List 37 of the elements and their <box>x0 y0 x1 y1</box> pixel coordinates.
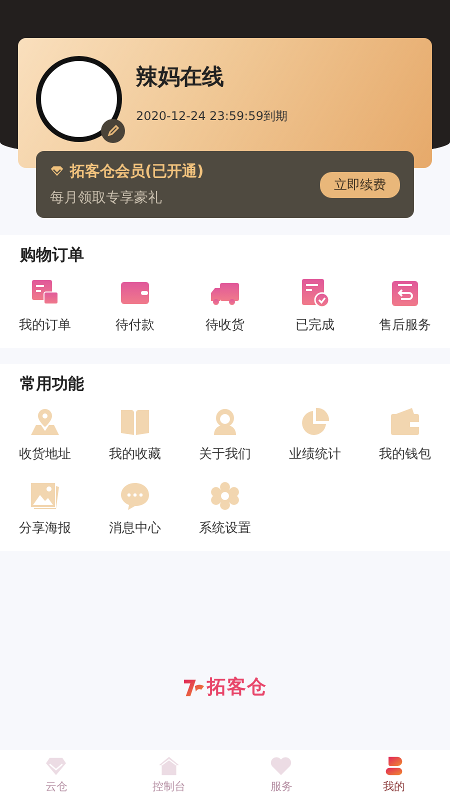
function-item[interactable]: 我的收藏 <box>90 407 180 463</box>
membership-subtitle: 每月领取专享豪礼 <box>50 189 163 207</box>
renew-button[interactable]: 立即续费 <box>320 172 400 198</box>
function-item[interactable]: 消息中心 <box>90 481 180 537</box>
check-document-icon <box>300 278 330 308</box>
function-item[interactable]: 业绩统计 <box>270 407 360 463</box>
user-name: 辣妈在线 <box>136 64 225 92</box>
book-icon <box>120 407 150 437</box>
location-pin-icon <box>30 407 60 437</box>
order-status-item[interactable]: 售后服务 <box>360 278 450 334</box>
section-title: 常用功能 <box>19 374 85 395</box>
heart-icon <box>270 756 292 776</box>
chat-bubble-icon <box>120 481 150 511</box>
order-status-item[interactable]: 待收货 <box>180 278 270 334</box>
order-status-item[interactable]: 待付款 <box>90 278 180 334</box>
diamond-icon <box>50 166 64 177</box>
order-status-item[interactable]: 我的订单 <box>0 278 90 334</box>
image-icon <box>30 481 60 511</box>
function-item[interactable]: 我的钱包 <box>360 407 450 463</box>
function-item[interactable]: 系统设置 <box>180 481 270 537</box>
wallet-icon <box>390 407 420 437</box>
function-item[interactable]: 关于我们 <box>180 407 270 463</box>
diamond-icon <box>45 756 68 776</box>
brand-name: 拓客仓 <box>207 675 267 700</box>
edit-pencil-icon[interactable] <box>101 119 125 143</box>
house-icon <box>158 756 180 776</box>
function-item[interactable]: 分享海报 <box>0 481 90 537</box>
function-item[interactable]: 收货地址 <box>0 407 90 463</box>
membership-title: 拓客仓会员(已开通) <box>70 162 204 181</box>
return-box-icon <box>390 278 420 308</box>
settings-icon <box>210 481 240 511</box>
section-title: 购物订单 <box>18 245 85 266</box>
order-status-item[interactable]: 已完成 <box>270 278 360 334</box>
brand-logo-icon <box>183 677 205 697</box>
pie-chart-icon <box>300 407 330 437</box>
expiry-date: 2020-12-24 23:59:59到期 <box>136 108 288 125</box>
tab-item[interactable]: 我的 <box>338 750 450 800</box>
